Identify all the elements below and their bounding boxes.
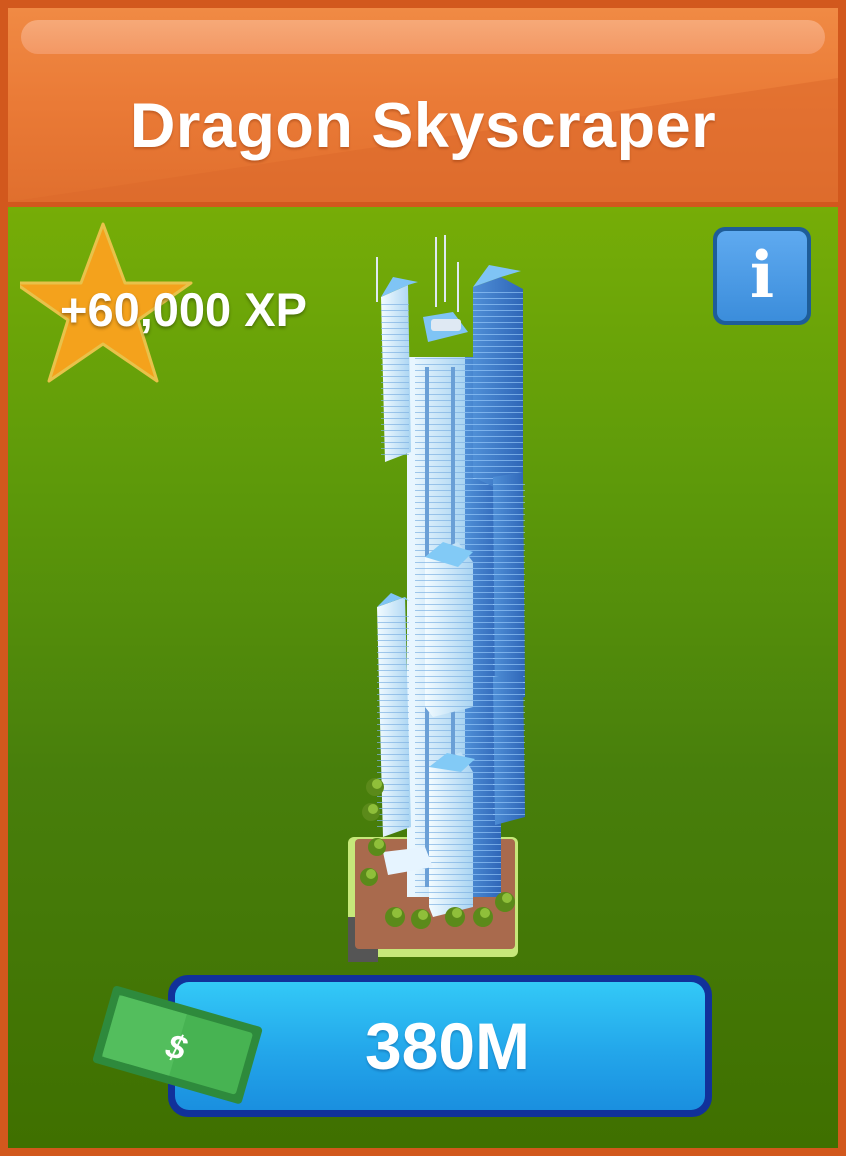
info-button[interactable]: i [713,227,811,325]
xp-reward-label: +60,000 XP [60,283,307,336]
card-header: Dragon Skyscraper [8,8,838,202]
info-icon: i [749,238,775,313]
info-button-face: i [717,231,807,321]
skyscraper-icon [348,235,525,962]
price-label: 380M [364,1009,531,1083]
header-highlight [21,20,825,54]
item-card: Dragon Skyscraper +60,000 XP i 380M $ [0,0,846,1156]
item-preview-panel: +60,000 XP i 380M $ [8,207,838,1148]
cash-icon: $ [92,985,263,1104]
item-title: Dragon Skyscraper [129,91,717,161]
